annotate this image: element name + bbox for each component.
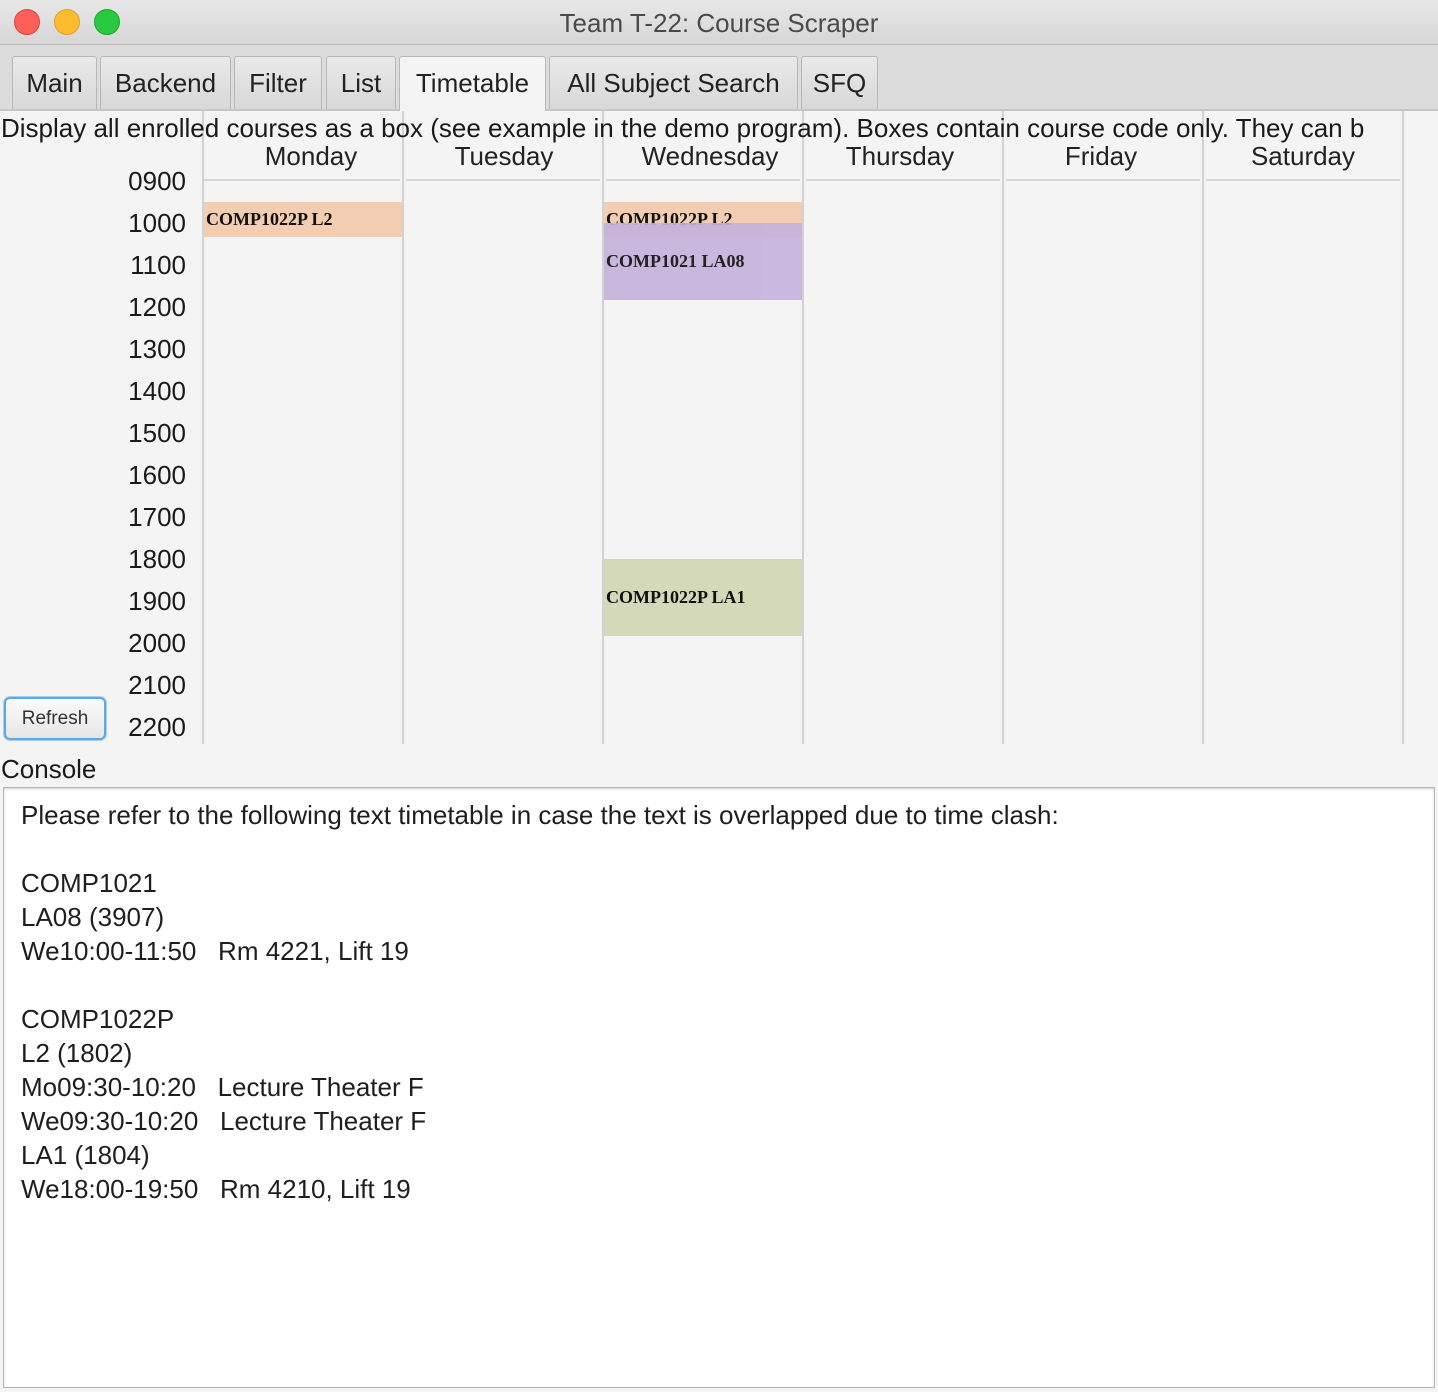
header-separator — [1206, 179, 1400, 181]
hour-label: 1900 — [128, 586, 186, 616]
course-block-label: COMP1022P L2 — [206, 209, 333, 229]
tab-all-subject-search[interactable]: All Subject Search — [549, 56, 798, 109]
timetable-description: Display all enrolled courses as a box (s… — [1, 113, 1365, 143]
console-line: Mo09:30-10:20 Lecture Theater F — [21, 1072, 424, 1102]
header-separator — [204, 179, 400, 181]
console-line: We09:30-10:20 Lecture Theater F — [21, 1106, 427, 1136]
hour-label: 1200 — [128, 292, 186, 322]
tab-backend[interactable]: Backend — [100, 56, 231, 109]
hour-label: 2200 — [128, 712, 186, 742]
console-line: We10:00-11:50 Rm 4221, Lift 19 — [21, 936, 409, 966]
tab-sfq[interactable]: SFQ — [801, 56, 878, 109]
day-header-tuesday: Tuesday — [454, 141, 554, 171]
title-bar: Team T-22: Course Scraper — [0, 0, 1438, 45]
hour-label: 1700 — [128, 502, 186, 532]
tab-filter[interactable]: Filter — [234, 56, 322, 109]
hour-label: 1100 — [130, 250, 186, 280]
course-block-label: COMP1022P LA1 — [606, 587, 746, 607]
hour-label: 0900 — [128, 166, 186, 196]
console-label: Console — [1, 754, 97, 784]
console-line: LA1 (1804) — [21, 1140, 150, 1170]
hour-label: 1000 — [128, 208, 186, 238]
hour-label: 1300 — [128, 334, 186, 364]
console-line: Please refer to the following text timet… — [21, 800, 1059, 830]
console-textarea[interactable]: Please refer to the following text timet… — [3, 787, 1435, 1388]
hour-label: 2100 — [128, 670, 186, 700]
console-line: LA08 (3907) — [21, 902, 165, 932]
grid-line — [1402, 111, 1404, 744]
console-line: L2 (1802) — [21, 1038, 133, 1068]
grid-line — [1002, 111, 1004, 744]
header-separator — [406, 179, 600, 181]
header-separator — [1006, 179, 1200, 181]
grid-line — [402, 111, 404, 744]
tab-bar: Main Backend Filter List Timetable All S… — [0, 45, 1438, 112]
window-title: Team T-22: Course Scraper — [559, 8, 879, 38]
tab-timetable[interactable]: Timetable — [399, 56, 546, 112]
console-line: COMP1022P — [21, 1004, 175, 1034]
hour-label: 2000 — [128, 628, 186, 658]
header-separator — [606, 179, 800, 181]
hour-label: 1400 — [128, 376, 186, 406]
course-block-comp1021-la08-wed[interactable]: COMP1021 LA08 — [604, 223, 802, 300]
grid-line — [802, 111, 804, 744]
header-separator — [806, 179, 1000, 181]
day-header-saturday: Saturday — [1250, 141, 1356, 171]
console-line: We18:00-19:50 Rm 4210, Lift 19 — [21, 1174, 411, 1204]
day-header-monday: Monday — [264, 141, 358, 171]
course-block-comp1022p-la1-wed[interactable]: COMP1022P LA1 — [604, 559, 802, 636]
refresh-button[interactable]: Refresh — [4, 697, 106, 740]
course-block-label: COMP1021 LA08 — [606, 251, 745, 271]
hour-label: 1600 — [128, 460, 186, 490]
tab-main[interactable]: Main — [12, 56, 97, 109]
hour-label: 1500 — [128, 418, 186, 448]
grid-line — [1202, 111, 1204, 744]
hour-label: 1800 — [128, 544, 186, 574]
console-line: COMP1021 — [21, 868, 157, 898]
day-header-friday: Friday — [1064, 141, 1138, 171]
day-header-wednesday: Wednesday — [641, 141, 779, 171]
day-header-thursday: Thursday — [845, 141, 955, 171]
course-block-comp1022p-l2-mon[interactable]: COMP1022P L2 — [204, 202, 402, 237]
tab-list[interactable]: List — [326, 56, 396, 109]
